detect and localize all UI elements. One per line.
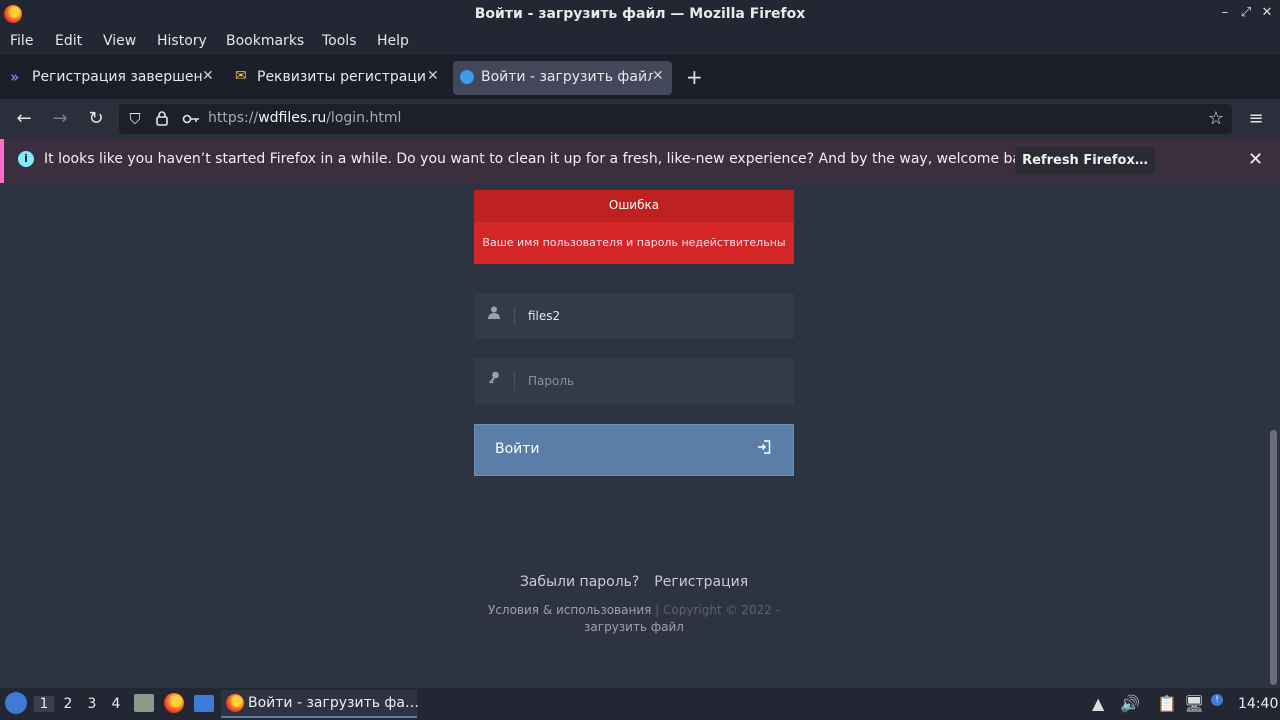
menu-bookmarks[interactable]: Bookmarks — [226, 33, 304, 49]
tab-registration-complete[interactable]: » Регистрация завершена ✕ — [4, 61, 218, 95]
workspace-2[interactable]: 2 — [58, 696, 78, 712]
close-tab-icon[interactable]: ✕ — [652, 68, 664, 84]
auth-links: Забыли пароль? Регистрация — [474, 574, 794, 590]
hamburger-menu-icon[interactable]: ≡ — [1244, 108, 1268, 129]
tab-login[interactable]: Войти - загрузить файл ✕ — [453, 61, 672, 95]
url-scheme: https:// — [208, 110, 259, 126]
error-title: Ошибка — [474, 190, 794, 222]
error-message: Ваше имя пользователя и пароль недействи… — [482, 236, 786, 249]
taskbar-window-firefox[interactable]: Войти - загрузить фа… — [221, 690, 419, 718]
username-field[interactable] — [474, 293, 794, 339]
notification-message: It looks like you haven’t started Firefo… — [44, 151, 1043, 167]
forward-button[interactable]: → — [48, 108, 72, 129]
firefox-logo-icon — [4, 5, 22, 23]
menu-tools[interactable]: Tools — [322, 33, 357, 49]
firefox-icon — [226, 694, 244, 712]
workspace-1[interactable]: 1 — [34, 696, 54, 712]
refresh-firefox-button[interactable]: Refresh Firefox… — [1015, 147, 1155, 174]
volume-icon[interactable]: 🔊 — [1120, 694, 1140, 713]
taskbar — [0, 688, 1280, 720]
url-text[interactable]: https://wdfiles.ru/login.html — [208, 110, 401, 126]
url-host: wdfiles.ru — [258, 110, 327, 126]
close-tab-icon[interactable]: ✕ — [427, 68, 439, 84]
close-window-button[interactable]: ✕ — [1258, 5, 1276, 20]
register-link[interactable]: Регистрация — [654, 574, 748, 590]
tab-registration-details[interactable]: ✉ Реквизиты регистрации ✕ — [229, 61, 443, 95]
password-field[interactable] — [474, 358, 794, 404]
menu-view[interactable]: View — [103, 33, 136, 49]
username-input[interactable] — [526, 304, 780, 328]
notification-tray-icon[interactable]: ! — [1211, 694, 1223, 706]
shield-icon[interactable]: ⛉ — [123, 110, 147, 128]
scrollbar-thumb[interactable] — [1270, 430, 1277, 685]
footer-separator: | — [655, 603, 660, 617]
new-tab-button[interactable]: + — [686, 65, 703, 89]
terms-link[interactable]: Условия & использования — [488, 603, 651, 617]
back-button[interactable]: ← — [12, 108, 36, 129]
window-title: Войти - загрузить файл — Mozilla Firefox — [474, 6, 806, 22]
field-separator — [514, 372, 515, 390]
info-icon: i — [18, 151, 34, 167]
login-button-label: Войти — [495, 441, 540, 457]
cloud-icon — [460, 70, 474, 84]
bookmark-star-icon[interactable]: ☆ — [1204, 108, 1228, 129]
maximize-button[interactable]: ⤢ — [1237, 5, 1255, 20]
tab-label: Регистрация завершена — [32, 69, 202, 85]
lock-icon[interactable] — [156, 111, 168, 126]
site-link[interactable]: загрузить файл — [584, 620, 684, 634]
copyright-text: Copyright © 2022 - — [663, 603, 780, 617]
key-icon — [488, 371, 500, 388]
key-permissions-icon[interactable] — [182, 111, 200, 130]
page-footer: Условия & использования | Copyright © 20… — [474, 602, 794, 636]
close-tab-icon[interactable]: ✕ — [202, 68, 214, 84]
taskbar-window-label: Войти - загрузить фа… — [248, 695, 419, 711]
workspace-4[interactable]: 4 — [106, 696, 126, 712]
workspace-3[interactable]: 3 — [82, 696, 102, 712]
app-menu-icon[interactable] — [5, 692, 27, 714]
mail-icon: ✉ — [235, 68, 247, 84]
network-icon[interactable]: 🖥 — [1184, 694, 1204, 713]
login-button[interactable]: Войти — [474, 424, 794, 476]
user-icon — [488, 306, 500, 323]
clipboard-icon[interactable]: 📋 — [1157, 694, 1177, 713]
file-manager-icon[interactable] — [134, 694, 154, 712]
url-path: /login.html — [326, 110, 402, 126]
chevrons-icon: » — [10, 68, 20, 86]
firefox-launcher-icon[interactable] — [164, 693, 184, 713]
minimize-button[interactable]: – — [1216, 5, 1234, 20]
clock[interactable]: 14:40 — [1238, 696, 1278, 712]
tab-label: Войти - загрузить файл — [481, 69, 653, 85]
tab-label: Реквизиты регистрации — [257, 69, 427, 85]
tray-up-arrow-icon[interactable]: ▲ — [1092, 694, 1104, 713]
menu-history[interactable]: History — [157, 33, 207, 49]
menu-file[interactable]: File — [10, 33, 33, 49]
sign-in-icon — [757, 439, 771, 458]
close-notification-icon[interactable]: ✕ — [1248, 149, 1263, 170]
password-input[interactable] — [526, 369, 780, 393]
reload-button[interactable]: ↻ — [84, 108, 108, 129]
desktop-icon[interactable] — [194, 695, 214, 712]
window-titlebar: Войти - загрузить файл — Mozilla Firefox — [0, 0, 1280, 29]
forgot-password-link[interactable]: Забыли пароль? — [520, 574, 640, 590]
menu-help[interactable]: Help — [377, 33, 409, 49]
menu-edit[interactable]: Edit — [55, 33, 82, 49]
field-separator — [514, 307, 515, 325]
